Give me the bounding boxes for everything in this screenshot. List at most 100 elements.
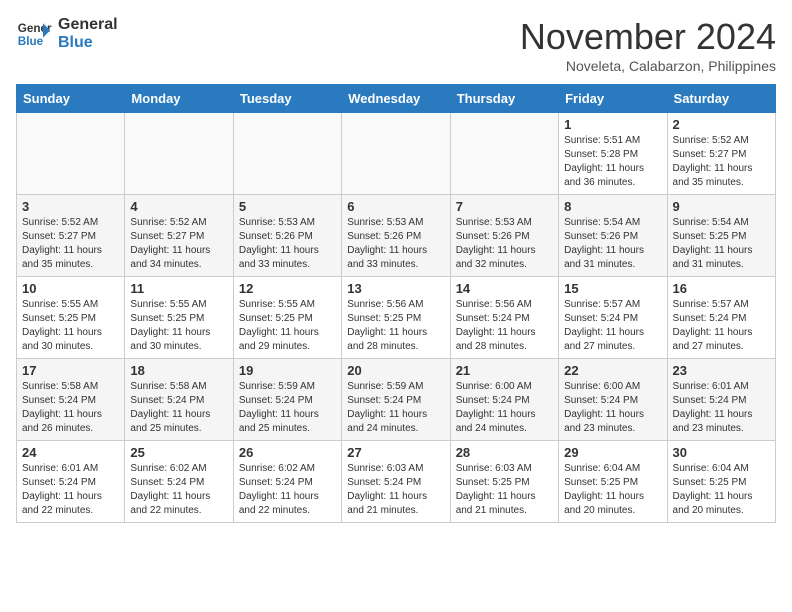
day-info: Sunrise: 6:04 AM Sunset: 5:25 PM Dayligh… [564,462,661,518]
day-number: 20 [347,363,444,378]
calendar-cell: 12 Sunrise: 5:55 AM Sunset: 5:25 PM Dayli… [233,277,341,359]
calendar-cell [450,113,558,195]
day-number: 27 [347,445,444,460]
weekday-header: Tuesday [233,85,341,113]
month-title: November 2024 [520,16,776,58]
day-number: 2 [673,117,770,132]
day-number: 9 [673,199,770,214]
day-info: Sunrise: 5:52 AM Sunset: 5:27 PM Dayligh… [22,216,119,272]
calendar-cell: 8 Sunrise: 5:54 AM Sunset: 5:26 PM Daylig… [559,195,667,277]
calendar-cell: 4 Sunrise: 5:52 AM Sunset: 5:27 PM Daylig… [125,195,233,277]
weekday-header: Saturday [667,85,775,113]
calendar-cell [233,113,341,195]
day-number: 24 [22,445,119,460]
day-number: 12 [239,281,336,296]
day-number: 21 [456,363,553,378]
calendar-cell: 27 Sunrise: 6:03 AM Sunset: 5:24 PM Dayli… [342,441,450,523]
day-number: 5 [239,199,336,214]
day-number: 13 [347,281,444,296]
day-info: Sunrise: 6:02 AM Sunset: 5:24 PM Dayligh… [130,462,227,518]
day-number: 15 [564,281,661,296]
calendar-cell: 17 Sunrise: 5:58 AM Sunset: 5:24 PM Dayli… [17,359,125,441]
calendar-week-row: 3 Sunrise: 5:52 AM Sunset: 5:27 PM Daylig… [17,195,776,277]
page-header: General Blue General Blue November 2024 … [16,16,776,74]
day-info: Sunrise: 6:04 AM Sunset: 5:25 PM Dayligh… [673,462,770,518]
day-info: Sunrise: 5:53 AM Sunset: 5:26 PM Dayligh… [239,216,336,272]
calendar-cell: 15 Sunrise: 5:57 AM Sunset: 5:24 PM Dayli… [559,277,667,359]
calendar-cell: 2 Sunrise: 5:52 AM Sunset: 5:27 PM Daylig… [667,113,775,195]
calendar-week-row: 24Sunrise: 6:01 AM Sunset: 5:24 PM Dayli… [17,441,776,523]
day-number: 19 [239,363,336,378]
day-number: 3 [22,199,119,214]
weekday-header-row: SundayMondayTuesdayWednesdayThursdayFrid… [17,85,776,113]
calendar-cell [17,113,125,195]
day-number: 4 [130,199,227,214]
day-number: 28 [456,445,553,460]
weekday-header: Sunday [17,85,125,113]
calendar-cell: 10 Sunrise: 5:55 AM Sunset: 5:25 PM Dayli… [17,277,125,359]
day-number: 26 [239,445,336,460]
weekday-header: Monday [125,85,233,113]
logo-icon: General Blue [16,16,52,52]
day-info: Sunrise: 6:03 AM Sunset: 5:25 PM Dayligh… [456,462,553,518]
calendar-cell: 9 Sunrise: 5:54 AM Sunset: 5:25 PM Daylig… [667,195,775,277]
calendar-cell: 25 Sunrise: 6:02 AM Sunset: 5:24 PM Dayli… [125,441,233,523]
day-info: Sunrise: 6:03 AM Sunset: 5:24 PM Dayligh… [347,462,444,518]
logo-line2: Blue [58,34,118,52]
calendar-cell: 29 Sunrise: 6:04 AM Sunset: 5:25 PM Dayli… [559,441,667,523]
day-info: Sunrise: 5:53 AM Sunset: 5:26 PM Dayligh… [347,216,444,272]
day-number: 17 [22,363,119,378]
day-info: Sunrise: 5:55 AM Sunset: 5:25 PM Dayligh… [22,298,119,354]
calendar-cell: 18Sunrise: 5:58 AM Sunset: 5:24 PM Dayli… [125,359,233,441]
svg-text:Blue: Blue [18,35,44,48]
day-info: Sunrise: 5:56 AM Sunset: 5:24 PM Dayligh… [456,298,553,354]
day-info: Sunrise: 5:57 AM Sunset: 5:24 PM Dayligh… [673,298,770,354]
day-info: Sunrise: 5:59 AM Sunset: 5:24 PM Dayligh… [239,380,336,436]
weekday-header: Wednesday [342,85,450,113]
calendar-cell: 20Sunrise: 5:59 AM Sunset: 5:24 PM Dayli… [342,359,450,441]
location-subtitle: Noveleta, Calabarzon, Philippines [520,58,776,74]
day-info: Sunrise: 5:52 AM Sunset: 5:27 PM Dayligh… [130,216,227,272]
day-info: Sunrise: 5:54 AM Sunset: 5:26 PM Dayligh… [564,216,661,272]
day-info: Sunrise: 5:55 AM Sunset: 5:25 PM Dayligh… [239,298,336,354]
logo: General Blue General Blue [16,16,118,52]
calendar-table: SundayMondayTuesdayWednesdayThursdayFrid… [16,84,776,523]
calendar-cell: 13 Sunrise: 5:56 AM Sunset: 5:25 PM Dayli… [342,277,450,359]
calendar-cell: 22 Sunrise: 6:00 AM Sunset: 5:24 PM Dayli… [559,359,667,441]
day-number: 6 [347,199,444,214]
logo-line1: General [58,16,118,34]
calendar-cell [342,113,450,195]
day-info: Sunrise: 5:56 AM Sunset: 5:25 PM Dayligh… [347,298,444,354]
day-number: 16 [673,281,770,296]
calendar-cell: 19 Sunrise: 5:59 AM Sunset: 5:24 PM Dayli… [233,359,341,441]
day-info: Sunrise: 5:57 AM Sunset: 5:24 PM Dayligh… [564,298,661,354]
title-block: November 2024 Noveleta, Calabarzon, Phil… [520,16,776,74]
day-number: 10 [22,281,119,296]
calendar-cell: 16 Sunrise: 5:57 AM Sunset: 5:24 PM Dayli… [667,277,775,359]
calendar-cell: 3 Sunrise: 5:52 AM Sunset: 5:27 PM Daylig… [17,195,125,277]
calendar-cell: 23Sunrise: 6:01 AM Sunset: 5:24 PM Dayli… [667,359,775,441]
day-number: 25 [130,445,227,460]
weekday-header: Thursday [450,85,558,113]
day-number: 7 [456,199,553,214]
calendar-cell: 14Sunrise: 5:56 AM Sunset: 5:24 PM Dayli… [450,277,558,359]
day-info: Sunrise: 6:02 AM Sunset: 5:24 PM Dayligh… [239,462,336,518]
day-info: Sunrise: 5:52 AM Sunset: 5:27 PM Dayligh… [673,134,770,190]
day-info: Sunrise: 5:54 AM Sunset: 5:25 PM Dayligh… [673,216,770,272]
day-info: Sunrise: 6:01 AM Sunset: 5:24 PM Dayligh… [673,380,770,436]
day-number: 11 [130,281,227,296]
day-number: 29 [564,445,661,460]
day-info: Sunrise: 6:00 AM Sunset: 5:24 PM Dayligh… [456,380,553,436]
calendar-cell: 6 Sunrise: 5:53 AM Sunset: 5:26 PM Daylig… [342,195,450,277]
day-info: Sunrise: 5:58 AM Sunset: 5:24 PM Dayligh… [22,380,119,436]
day-number: 22 [564,363,661,378]
day-number: 8 [564,199,661,214]
day-info: Sunrise: 5:55 AM Sunset: 5:25 PM Dayligh… [130,298,227,354]
calendar-week-row: 17 Sunrise: 5:58 AM Sunset: 5:24 PM Dayli… [17,359,776,441]
calendar-cell: 26 Sunrise: 6:02 AM Sunset: 5:24 PM Dayli… [233,441,341,523]
calendar-cell: 30Sunrise: 6:04 AM Sunset: 5:25 PM Dayli… [667,441,775,523]
calendar-cell: 1Sunrise: 5:51 AM Sunset: 5:28 PM Daylig… [559,113,667,195]
calendar-cell: 11 Sunrise: 5:55 AM Sunset: 5:25 PM Dayli… [125,277,233,359]
day-info: Sunrise: 6:00 AM Sunset: 5:24 PM Dayligh… [564,380,661,436]
calendar-cell: 21 Sunrise: 6:00 AM Sunset: 5:24 PM Dayli… [450,359,558,441]
